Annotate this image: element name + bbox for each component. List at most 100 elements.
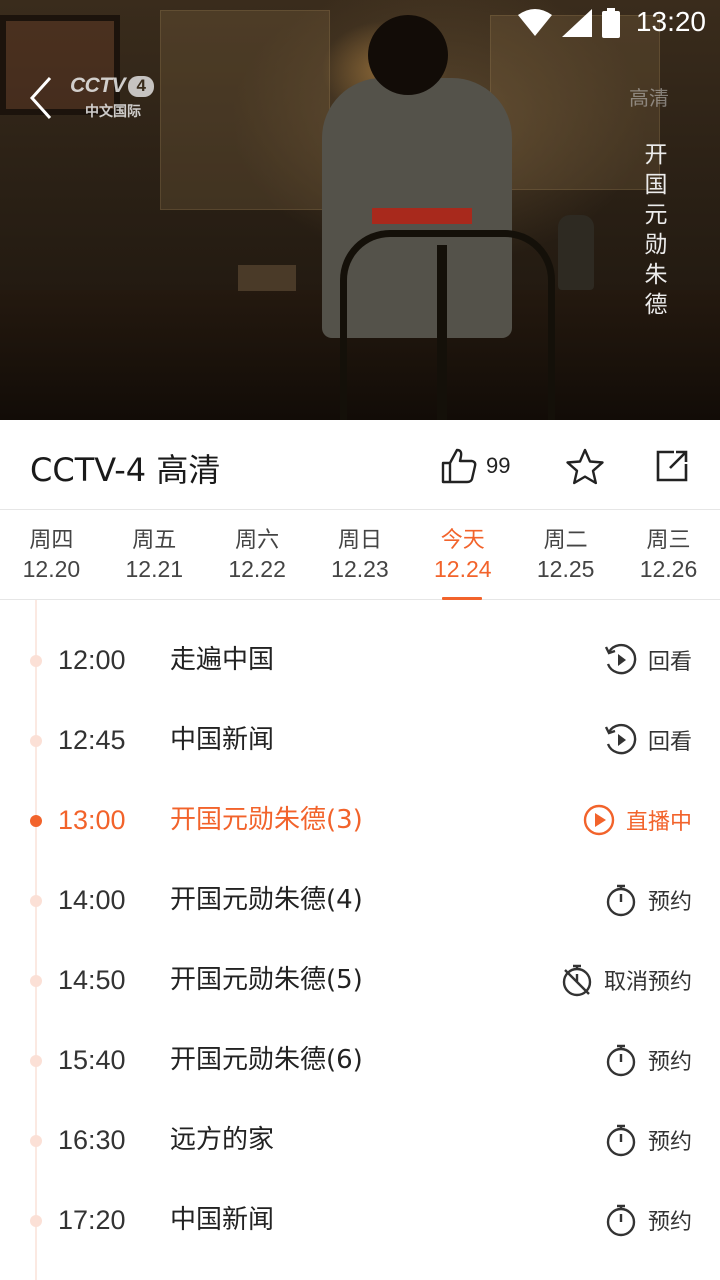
date-tab-date: 12.26: [639, 556, 698, 582]
reserve-button[interactable]: 预约: [604, 1040, 692, 1080]
video-frame-belt: [372, 208, 472, 224]
action-label: 预约: [647, 1210, 692, 1235]
program-title: 开国元勋朱德(5): [170, 965, 363, 995]
action-label: 预约: [647, 890, 692, 915]
timeline-dot: [30, 975, 42, 987]
date-tab-sat[interactable]: 周六 12.22: [206, 510, 309, 600]
cancel-reserve-button[interactable]: 取消预约: [560, 960, 692, 1000]
stopwatch-icon: [606, 1044, 636, 1077]
video-frame-chair-slat: [437, 245, 447, 420]
timeline-dot: [30, 1135, 42, 1147]
status-icons: [518, 8, 620, 38]
timeline-dot: [30, 1215, 42, 1227]
program-row[interactable]: 15:40 开国元勋朱德(6) 预约: [0, 1010, 720, 1090]
video-frame-lamp: [558, 215, 594, 290]
play-circle-icon: [583, 804, 615, 836]
program-time: 12:45: [58, 725, 126, 755]
timeline-dot-live: [30, 815, 42, 827]
date-tab-date: 12.25: [536, 556, 595, 582]
date-tab-weekday: 周五: [132, 528, 177, 553]
date-tab-fri[interactable]: 周五 12.21: [103, 510, 206, 600]
program-time: 16:30: [58, 1125, 126, 1155]
program-title: 中国新闻: [170, 725, 275, 755]
program-time: 14:50: [58, 965, 126, 995]
battery-icon: [602, 8, 620, 38]
share-button[interactable]: [652, 446, 692, 486]
stopwatch-icon: [606, 1204, 636, 1237]
date-tab-thu[interactable]: 周四 12.20: [0, 510, 103, 600]
channel-info-bar: CCTV-4 高清 99: [0, 420, 720, 510]
chevron-left-icon: [29, 76, 52, 120]
quality-button[interactable]: 高清: [618, 82, 680, 112]
replay-button[interactable]: 回看: [604, 640, 692, 680]
channel-title: CCTV-4 高清: [30, 451, 221, 489]
program-row[interactable]: 12:00 走遍中国 回看: [0, 610, 720, 690]
date-tab-weekday: 周三: [646, 528, 691, 553]
date-tab-date: 12.20: [22, 556, 81, 582]
program-title: 开国元勋朱德(6): [170, 1045, 363, 1075]
program-title: 开国元勋朱德(4): [170, 885, 363, 915]
program-time: 15:40: [58, 1045, 126, 1075]
program-title: 走遍中国: [170, 645, 275, 675]
program-title: 远方的家: [170, 1125, 275, 1155]
program-time: 17:20: [58, 1205, 126, 1235]
program-title: 中国新闻: [170, 1205, 275, 1235]
replay-icon: [604, 723, 637, 755]
back-button[interactable]: [18, 70, 68, 126]
like-button[interactable]: 99: [440, 444, 510, 488]
date-tab-date: 12.23: [331, 556, 389, 582]
video-frame-books: [238, 265, 296, 291]
date-tab-weekday: 今天: [440, 528, 485, 553]
action-label: 回看: [647, 730, 692, 755]
reserve-button[interactable]: 预约: [604, 880, 692, 920]
date-tab-tue[interactable]: 周二 12.25: [514, 510, 617, 600]
timeline-dot: [30, 655, 42, 667]
date-tabs: 周四 12.20 周五 12.21 周六 12.22 周日 12.23 今天 1…: [0, 510, 720, 600]
date-tab-wed[interactable]: 周三 12.26: [617, 510, 720, 600]
favorite-button[interactable]: [564, 446, 606, 488]
reserve-button[interactable]: 预约: [604, 1120, 692, 1160]
cell-signal-icon: [562, 9, 592, 37]
logo-channel-number: 4: [128, 75, 155, 97]
like-count: 99: [486, 453, 511, 478]
action-label: 预约: [647, 1130, 692, 1155]
program-schedule[interactable]: 12:00 走遍中国 回看 12:45 中国新闻 回看 13:00 开国元勋朱德…: [0, 600, 720, 1280]
action-label: 回看: [647, 650, 692, 675]
replay-icon: [604, 643, 637, 675]
action-label: 预约: [647, 1050, 692, 1075]
date-tab-today[interactable]: 今天 12.24: [411, 510, 514, 600]
program-row[interactable]: 16:30 远方的家 预约: [0, 1090, 720, 1170]
date-tab-date: 12.21: [125, 556, 184, 582]
stopwatch-icon: [606, 884, 636, 917]
thumbs-up-icon: [441, 448, 477, 484]
program-time: 12:00: [58, 645, 126, 675]
live-button[interactable]: 直播中: [582, 800, 692, 840]
program-row[interactable]: 17:20 中国新闻 预约: [0, 1170, 720, 1250]
timeline-dot: [30, 735, 42, 747]
timeline-dot: [30, 895, 42, 907]
video-frame-chair: [340, 230, 555, 420]
logo-brand: CCTV: [70, 74, 126, 97]
program-row-live[interactable]: 13:00 开国元勋朱德(3) 直播中: [0, 770, 720, 850]
logo-subtitle: 中文国际: [85, 104, 141, 120]
program-row[interactable]: 14:00 开国元勋朱德(4) 预约: [0, 850, 720, 930]
replay-button[interactable]: 回看: [604, 720, 692, 760]
star-icon: [566, 448, 604, 485]
date-tab-weekday: 周二: [543, 528, 588, 553]
program-row[interactable]: 12:45 中国新闻 回看: [0, 690, 720, 770]
date-tab-weekday: 周日: [337, 528, 382, 553]
stopwatch-cancel-icon: [562, 964, 592, 997]
timeline-dot: [30, 1055, 42, 1067]
video-player[interactable]: 13:20 CCTV 4 中文国际 高清 开国元勋朱德: [0, 0, 720, 420]
date-tab-date: 12.24: [434, 556, 492, 582]
date-tab-weekday: 周六: [235, 528, 280, 553]
stopwatch-icon: [606, 1124, 636, 1157]
program-time: 14:00: [58, 885, 126, 915]
date-tab-weekday: 周四: [29, 528, 74, 553]
program-row[interactable]: 14:50 开国元勋朱德(5) 取消预约: [0, 930, 720, 1010]
date-tab-sun[interactable]: 周日 12.23: [309, 510, 412, 600]
action-label: 直播中: [625, 810, 692, 835]
share-icon: [656, 450, 688, 482]
wifi-icon: [518, 9, 552, 36]
reserve-button[interactable]: 预约: [604, 1200, 692, 1240]
